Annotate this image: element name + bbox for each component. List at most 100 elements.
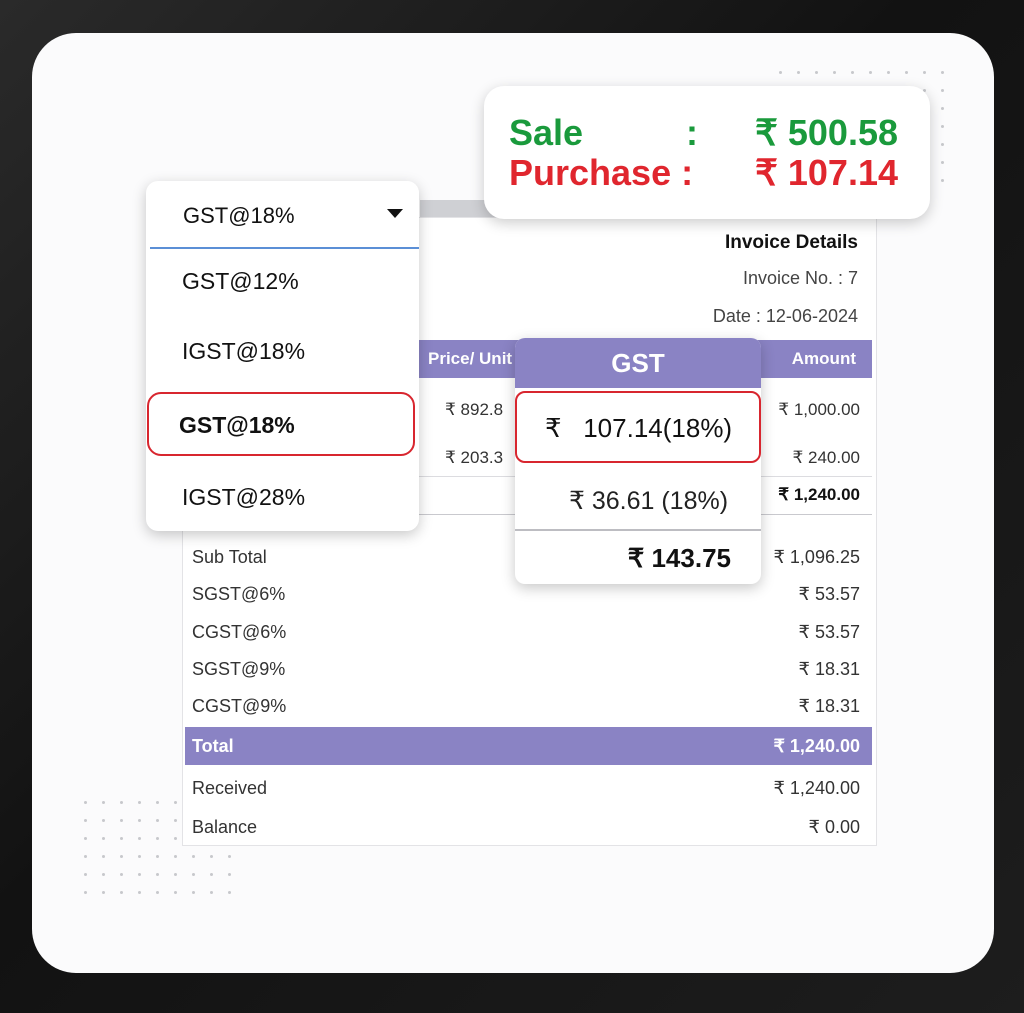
dot (120, 855, 123, 858)
cgst9-label: CGST@9% (192, 696, 287, 716)
dot (174, 855, 177, 858)
dot (102, 873, 105, 876)
dot (138, 837, 141, 840)
received-label: Received (192, 778, 268, 798)
dot (120, 873, 123, 876)
row2-amount: ₹ 240.00 (792, 448, 860, 467)
dot (120, 801, 123, 804)
dot (84, 891, 87, 894)
sale-colon: : (686, 112, 698, 153)
dot (102, 837, 105, 840)
dot (174, 801, 177, 804)
dot (210, 891, 213, 894)
dot (941, 89, 944, 92)
dot (84, 837, 87, 840)
dot (210, 873, 213, 876)
dot (228, 855, 231, 858)
cgst6-value: ₹ 53.57 (798, 622, 861, 642)
dot (815, 71, 818, 74)
dot (210, 855, 213, 858)
option-gst-18-label: GST@18% (179, 412, 295, 438)
dot (174, 819, 177, 822)
cgst6-label: CGST@6% (192, 622, 287, 642)
dot (941, 125, 944, 128)
tax-rate-select[interactable]: GST@18% (150, 181, 419, 249)
dot (797, 71, 800, 74)
sgst6-label: SGST@6% (192, 584, 286, 604)
gst-divider (515, 529, 761, 531)
dot (228, 891, 231, 894)
invoice-number: Invoice No. : 7 (742, 268, 858, 288)
dot (941, 179, 944, 182)
dot (779, 71, 782, 74)
dot (102, 855, 105, 858)
sgst9-value: ₹ 18.31 (798, 659, 861, 679)
dot (84, 801, 87, 804)
dot (833, 71, 836, 74)
option-igst-18[interactable]: IGST@18% (182, 338, 305, 365)
dot (228, 873, 231, 876)
dot (102, 801, 105, 804)
dot (941, 71, 944, 74)
dot (174, 873, 177, 876)
sgst6-value: ₹ 53.57 (798, 584, 861, 604)
row1-price: ₹ 892.8 (445, 400, 504, 419)
row1-amount: ₹ 1,000.00 (778, 400, 860, 419)
gst-row-highlighted[interactable]: ₹ 107.14(18%) (515, 391, 761, 463)
dot (905, 71, 908, 74)
gst-breakdown-card: GST ₹ 107.14(18%) ₹ 36.61 (18%) ₹ 143.75 (515, 338, 761, 584)
dot (138, 819, 141, 822)
option-igst-28[interactable]: IGST@28% (182, 484, 305, 511)
dot (174, 837, 177, 840)
dot (156, 855, 159, 858)
received-value: ₹ 1,240.00 (773, 778, 860, 798)
option-gst-18-highlighted[interactable]: GST@18% (147, 392, 415, 456)
dot (138, 855, 141, 858)
dot (84, 819, 87, 822)
dot (138, 801, 141, 804)
dot (941, 143, 944, 146)
option-gst-12[interactable]: GST@12% (182, 268, 299, 295)
column-price-unit: Price/ Unit (428, 349, 513, 368)
invoice-title: Invoice Details (724, 232, 858, 253)
cgst9-value: ₹ 18.31 (798, 696, 861, 716)
sale-label: Sale (509, 112, 584, 153)
balance-label: Balance (192, 817, 258, 837)
total-label: Total (192, 736, 234, 756)
dot (192, 891, 195, 894)
tax-rate-dropdown[interactable]: GST@18% GST@12% IGST@18% GST@18% IGST@28… (146, 181, 419, 531)
dot (156, 819, 159, 822)
dot (120, 819, 123, 822)
items-total: ₹ 1,240.00 (778, 485, 860, 504)
subtotal-value: ₹ 1,096.25 (773, 547, 860, 567)
dot (120, 891, 123, 894)
dot (192, 873, 195, 876)
total-value: ₹ 1,240.00 (773, 736, 860, 756)
invoice-date: Date : 12-06-2024 (712, 306, 858, 326)
total-row: Total ₹ 1,240.00 (185, 727, 872, 765)
dot (138, 891, 141, 894)
selected-tax-rate: GST@18% (183, 203, 295, 228)
dot (869, 71, 872, 74)
dot (84, 855, 87, 858)
sale-purchase-summary: Sale : ₹ 500.58 Purchase : ₹ 107.14 (484, 86, 930, 219)
purchase-label: Purchase : (509, 152, 694, 193)
sale-value: ₹ 500.58 (754, 112, 898, 153)
dot (156, 873, 159, 876)
dot (138, 873, 141, 876)
column-amount: Amount (791, 349, 856, 368)
dot (192, 855, 195, 858)
caret-down-icon[interactable] (387, 209, 403, 218)
purchase-value: ₹ 107.14 (754, 152, 898, 193)
dot (156, 891, 159, 894)
dot (174, 891, 177, 894)
gst-total-value: ₹ 143.75 (627, 543, 731, 573)
dot (923, 71, 926, 74)
balance-value: ₹ 0.00 (808, 817, 861, 837)
sgst9-label: SGST@9% (192, 659, 286, 679)
dot (102, 819, 105, 822)
gst-row1-value: ₹ 107.14(18%) (545, 413, 733, 443)
dot (84, 873, 87, 876)
dot (941, 161, 944, 164)
gst-row2-value: ₹ 36.61 (18%) (569, 487, 729, 515)
